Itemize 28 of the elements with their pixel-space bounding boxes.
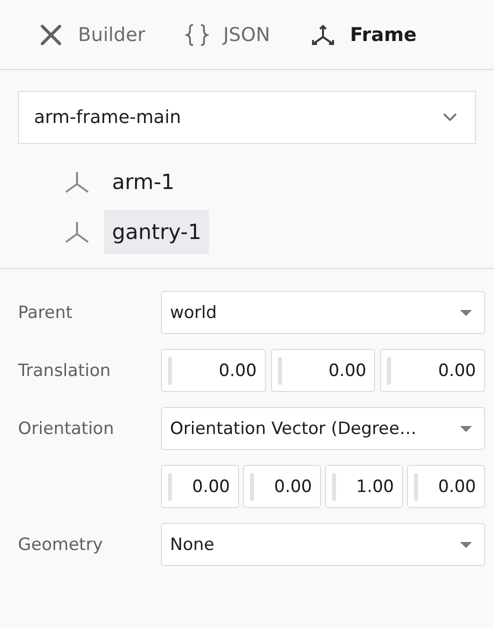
number-field[interactable]: 1.00 bbox=[325, 465, 403, 508]
field-label: Geometry bbox=[18, 534, 104, 554]
dropdown-select[interactable]: Orientation Vector (Degree… bbox=[161, 407, 485, 450]
caret-icon bbox=[460, 310, 472, 316]
tree-item[interactable]: gantry-1 bbox=[104, 210, 210, 254]
caret-icon bbox=[460, 426, 472, 432]
tree-item[interactable]: arm-1 bbox=[104, 160, 183, 204]
tab[interactable]: Frame bbox=[310, 22, 417, 46]
number-field[interactable]: 0.00 bbox=[161, 465, 239, 508]
number-field[interactable]: 0.00 bbox=[380, 349, 485, 392]
braces-icon bbox=[185, 22, 210, 48]
field-label: Translation bbox=[18, 360, 112, 380]
number-field[interactable]: 0.00 bbox=[270, 349, 376, 392]
field-label: Orientation bbox=[18, 418, 115, 438]
axes-icon bbox=[310, 22, 336, 46]
dropdown-select[interactable]: None bbox=[161, 523, 485, 566]
field-label: Parent bbox=[18, 302, 74, 322]
tab[interactable]: Builder bbox=[38, 22, 146, 48]
number-field[interactable]: 0.00 bbox=[243, 465, 321, 508]
tab[interactable]: JSON bbox=[185, 22, 270, 48]
dropdown-select[interactable]: world bbox=[161, 291, 485, 334]
frame-icon bbox=[64, 221, 90, 243]
number-field[interactable]: 0.00 bbox=[161, 349, 266, 392]
caret-icon bbox=[460, 542, 472, 548]
number-field[interactable]: 0.00 bbox=[407, 465, 485, 508]
chevron-down-icon bbox=[443, 113, 457, 122]
frame-select[interactable]: arm-frame-main bbox=[18, 91, 476, 144]
frame-icon bbox=[64, 171, 90, 193]
